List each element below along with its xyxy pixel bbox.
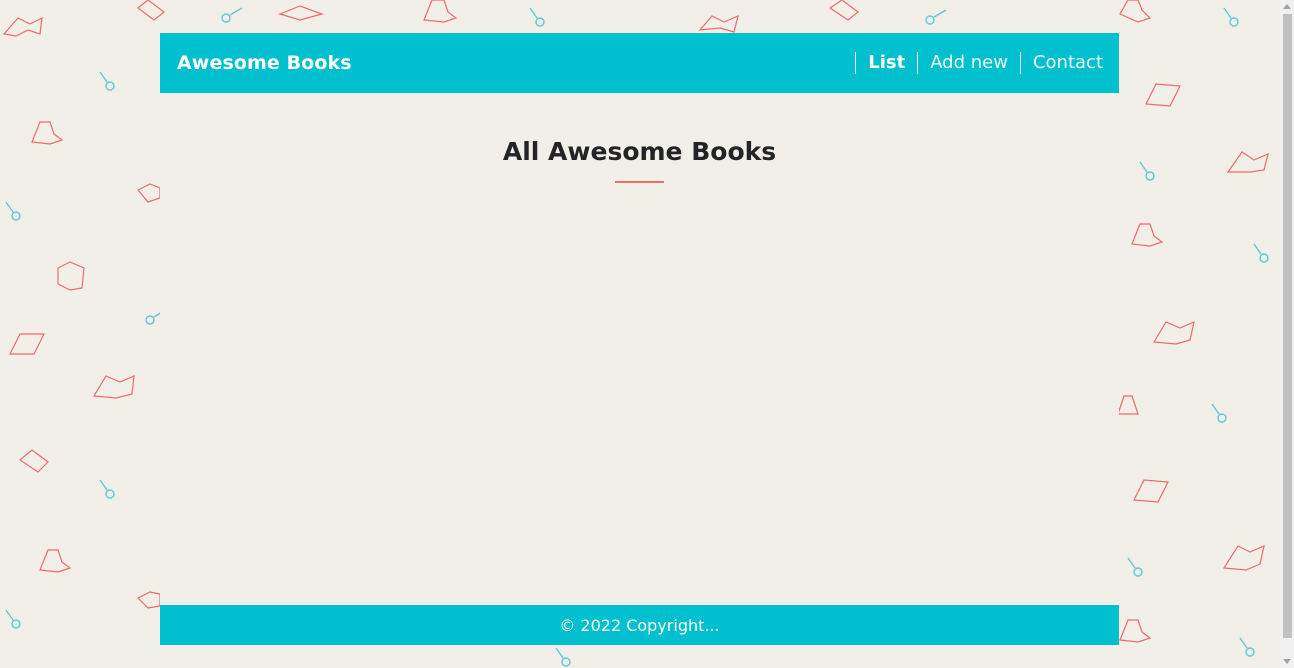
magnifier-icon [1127, 557, 1143, 577]
nav-link-add-new[interactable]: Add new [917, 52, 1020, 74]
magnifier-icon [925, 9, 947, 25]
magnifier-icon [1253, 243, 1269, 263]
scroll-up-arrow-icon[interactable] [1283, 4, 1291, 9]
book-stack-icon [1119, 619, 1152, 643]
open-book-icon [698, 14, 739, 33]
magnifier-icon [5, 201, 21, 221]
magnifier-icon [1139, 161, 1155, 181]
open-book-icon [92, 375, 135, 399]
open-book-icon [2, 16, 43, 37]
brand-title[interactable]: Awesome Books [177, 52, 352, 74]
magnifier-icon [555, 647, 571, 667]
magnifier-icon [1223, 7, 1239, 27]
nav-links: List Add new Contact [855, 52, 1103, 74]
magnifier-icon [5, 609, 21, 629]
closed-book-icon [828, 0, 859, 21]
footer: © 2022 Copyright... [160, 605, 1119, 645]
magnifier-icon [529, 7, 545, 27]
vertical-scrollbar[interactable] [1280, 0, 1294, 668]
page-title: All Awesome Books [502, 137, 777, 166]
closed-book-icon [57, 261, 85, 291]
title-underline [615, 181, 664, 183]
closed-book-icon [18, 449, 49, 473]
magnifier-icon [1239, 637, 1255, 657]
closed-book-icon [136, 591, 161, 609]
navbar: Awesome Books List Add new Contact [160, 33, 1119, 93]
nav-link-list[interactable]: List [855, 52, 917, 74]
book-stack-icon [39, 549, 72, 573]
closed-book-icon [9, 333, 45, 355]
book-stack-icon [1131, 223, 1164, 247]
book-stack-icon [31, 121, 64, 145]
scroll-down-arrow-icon[interactable] [1283, 659, 1291, 664]
closed-book-icon [1133, 479, 1169, 503]
closed-book-icon [1145, 83, 1181, 107]
closed-book-icon [137, 183, 161, 203]
open-book-icon [278, 5, 324, 21]
book-stack-icon [1117, 395, 1139, 415]
scrollbar-thumb[interactable] [1283, 14, 1292, 638]
book-stack-icon [423, 0, 458, 23]
magnifier-icon [99, 71, 115, 91]
magnifier-icon [1211, 403, 1227, 423]
book-list [160, 203, 1119, 583]
open-book-icon [1222, 544, 1265, 571]
closed-book-icon [137, 0, 165, 21]
magnifier-icon [99, 479, 115, 499]
page-container: Awesome Books List Add new Contact All A… [160, 33, 1119, 645]
nav-link-contact[interactable]: Contact [1019, 52, 1103, 74]
open-book-icon [1226, 151, 1269, 173]
open-book-icon [1152, 320, 1195, 345]
book-stack-icon [1119, 0, 1152, 23]
magnifier-icon [221, 7, 243, 23]
copyright-text: © 2022 Copyright... [559, 615, 720, 635]
